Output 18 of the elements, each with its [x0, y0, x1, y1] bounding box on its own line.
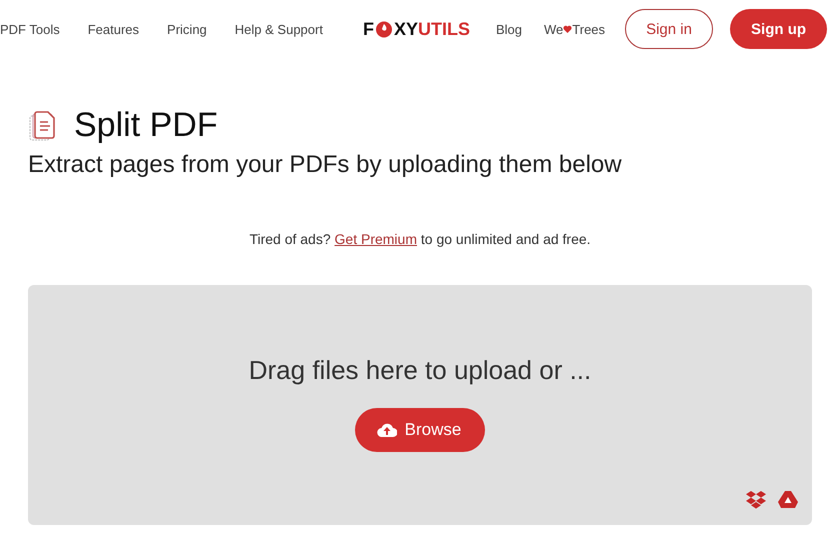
sign-up-button[interactable]: Sign up — [730, 9, 828, 49]
premium-link[interactable]: Get Premium — [334, 231, 417, 247]
nav-link[interactable]: Pricing — [167, 22, 207, 36]
logo-text: UTILS — [418, 18, 470, 40]
nav-link[interactable]: PDF Tools — [0, 22, 60, 36]
sign-in-button[interactable]: Sign in — [625, 9, 714, 49]
page-title: Split PDF — [74, 106, 218, 145]
nav-link[interactable]: Help & Support — [234, 22, 323, 36]
nav-link[interactable]: We Trees — [544, 22, 606, 36]
logo-text: XY — [394, 18, 418, 40]
promo-text: Tired of ads? Get Premium to go unlimited and ad free. — [248, 231, 592, 247]
browse-button[interactable]: Browse — [354, 408, 486, 452]
page-subtitle: Extract pages from your PDFs by uploading them below — [28, 151, 623, 179]
drop-zone[interactable]: Drag files here to upload or ... Browse — [28, 285, 812, 525]
drop-prompt: Drag files here to upload or ... — [248, 355, 592, 386]
nav-link[interactable]: Features — [88, 22, 140, 36]
logo-text: F — [362, 18, 374, 40]
nav-link[interactable]: Blog — [496, 22, 522, 36]
